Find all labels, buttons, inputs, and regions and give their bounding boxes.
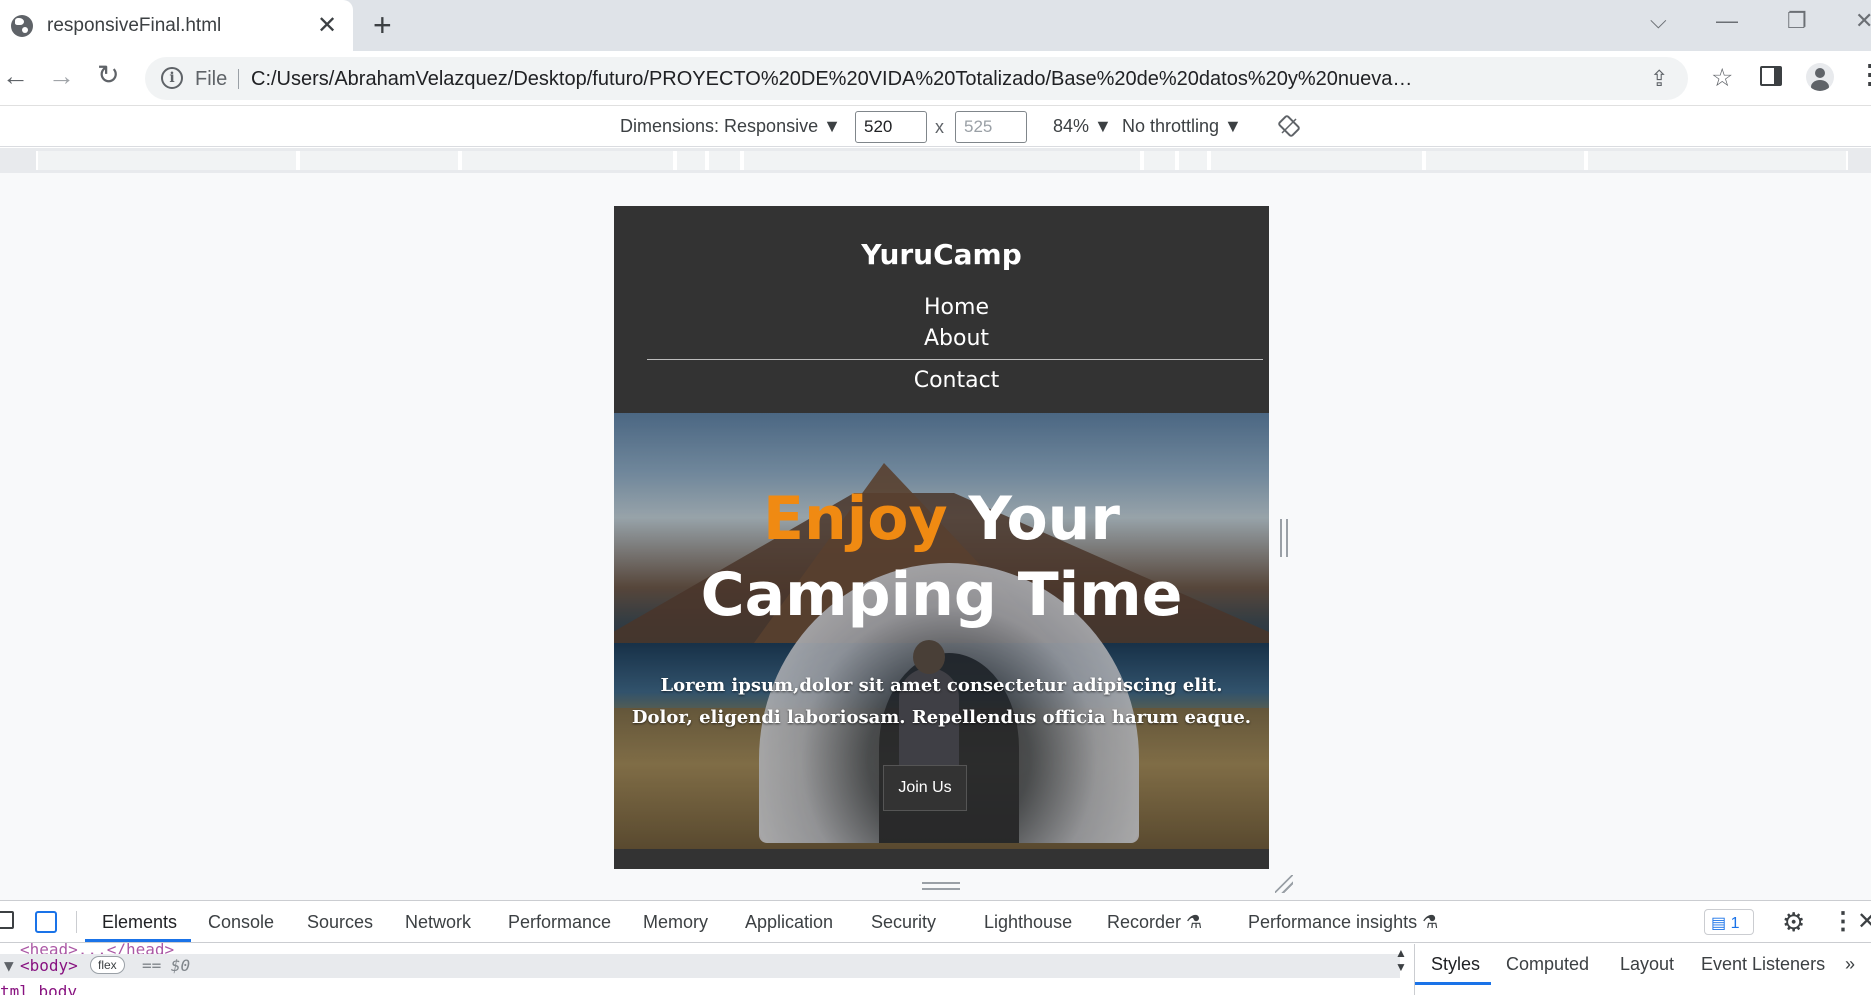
site-brand[interactable]: YuruCamp [614,238,1269,271]
join-us-button[interactable]: Join Us [883,765,967,811]
page-footer [614,849,1269,869]
styles-side-panel: Styles Computed Layout Event Listeners » [1414,944,1871,995]
breadcrumb[interactable]: tml body [0,982,77,995]
media-query-segment[interactable] [742,151,1142,170]
side-panel-icon[interactable] [1760,66,1782,86]
devtools-tab-bar: Elements Console Sources Network Perform… [0,901,1871,943]
file-label: File [195,68,228,90]
devtools-menu-icon[interactable]: ⋮ [1831,907,1855,936]
rendered-page: YuruCamp Home About Contact Enjoy Your C… [614,206,1269,869]
tab-security[interactable]: Security [871,912,936,933]
url-text[interactable]: C:/Users/AbrahamVelazquez/Desktop/futuro… [251,68,1421,91]
tab-layout[interactable]: Layout [1620,954,1674,975]
media-query-segment[interactable] [1586,151,1848,170]
device-toggle-icon[interactable] [35,911,57,933]
device-toolbar: Dimensions: Responsive ▼ 520 x 525 84% ▼… [0,107,1871,147]
tab-recorder[interactable]: Recorder ⚗ [1107,912,1202,933]
device-frame: YuruCamp Home About Contact Enjoy Your C… [614,206,1269,869]
close-window-icon[interactable]: ✕ [1855,8,1871,34]
close-tab-icon[interactable]: ✕ [317,11,337,40]
media-query-segment[interactable] [298,151,460,170]
browser-toolbar: ← → ↻ i File C:/Users/AbrahamVelazquez/D… [0,51,1871,106]
tab-event-listeners[interactable]: Event Listeners [1701,954,1825,975]
scroll-arrows-icon[interactable]: ▲ ▼ [1395,946,1407,974]
tab-console[interactable]: Console [208,912,274,933]
media-query-segment[interactable] [36,151,298,170]
hero-section: Enjoy Your Camping Time Lorem ipsum,dolo… [614,413,1269,849]
close-devtools-icon[interactable]: ✕ [1857,907,1871,936]
dom-node-selected[interactable]: ▼ <body> flex == $0 [0,954,1400,978]
tab-application[interactable]: Application [745,912,833,933]
media-query-segment[interactable] [460,151,675,170]
separator [238,69,239,89]
media-query-segment[interactable] [1209,151,1424,170]
dom-tag-body[interactable]: <body> [20,956,78,975]
settings-gear-icon[interactable]: ⚙ [1782,907,1805,938]
hero-description-line: Dolor, eligendi laboriosam. Repellendus … [631,707,1252,728]
browser-tab[interactable]: responsiveFinal.html ✕ [0,0,353,51]
tab-title: responsiveFinal.html [47,15,222,36]
info-icon[interactable]: i [161,67,183,89]
profile-avatar-icon[interactable] [1806,63,1834,91]
tab-elements[interactable]: Elements [102,912,177,933]
hero-description-line: Lorem ipsum,dolor sit amet consectetur a… [660,675,1223,696]
bookmark-star-icon[interactable]: ☆ [1711,63,1733,93]
inspect-element-icon[interactable] [0,911,14,929]
media-query-segment[interactable] [1424,151,1586,170]
resize-handle-bottom[interactable] [922,882,960,890]
dimension-separator: x [935,117,944,137]
nav-divider [647,359,1263,360]
back-icon[interactable]: ← [2,61,29,92]
restore-icon[interactable]: ❐ [1787,8,1807,34]
nav-link-contact[interactable]: Contact [614,368,1269,393]
media-query-segment[interactable] [1177,151,1209,170]
devtools-panel: Elements Console Sources Network Perform… [0,900,1871,995]
nav-link-about[interactable]: About [614,326,1269,351]
hero-title-accent: Enjoy [763,484,948,554]
address-bar[interactable]: i File C:/Users/AbrahamVelazquez/Desktop… [145,57,1733,100]
tab-search-icon[interactable]: ⌵ [1650,8,1667,34]
hero-title: Enjoy Your Camping Time [614,481,1269,633]
tab-performance[interactable]: Performance [508,912,611,933]
dom-selected-ref: == $0 [142,956,191,975]
tab-network[interactable]: Network [405,912,471,933]
issues-badge[interactable]: ▤ 1 [1704,909,1754,935]
issues-count: 1 [1730,915,1740,932]
rotate-icon[interactable] [1278,115,1300,137]
browser-menu-icon[interactable]: ⋮ [1857,59,1871,90]
tab-computed[interactable]: Computed [1506,954,1589,975]
dom-tree: <head>...</head> ▼ <body> flex == $0 tml… [0,940,1414,995]
tab-strip: responsiveFinal.html ✕ + ⌵ — ❐ ✕ [0,0,1871,51]
new-tab-button[interactable]: + [373,7,392,44]
dimensions-dropdown[interactable]: Dimensions: Responsive ▼ [620,116,841,137]
tab-lighthouse[interactable]: Lighthouse [984,912,1072,933]
hero-description: Lorem ipsum,dolor sit amet consectetur a… [614,670,1269,734]
media-query-bar[interactable] [0,148,1871,173]
media-query-segment[interactable] [707,151,742,170]
more-tabs-icon[interactable]: » [1845,954,1855,975]
minimize-icon[interactable]: — [1716,8,1738,34]
separator [76,911,77,933]
forward-icon[interactable]: → [48,61,75,92]
flex-badge[interactable]: flex [90,956,125,974]
media-query-segment[interactable] [1142,151,1177,170]
reload-icon[interactable]: ↻ [97,60,120,91]
tab-sources[interactable]: Sources [307,912,373,933]
globe-icon [11,15,33,37]
width-input[interactable]: 520 [855,111,927,143]
tab-styles[interactable]: Styles [1431,954,1480,975]
resize-handle-right[interactable] [1280,519,1288,557]
zoom-dropdown[interactable]: 84% ▼ [1053,116,1112,137]
tab-performance-insights[interactable]: Performance insights ⚗ [1248,912,1438,933]
resize-handle-corner[interactable] [1275,875,1293,893]
throttling-dropdown[interactable]: No throttling ▼ [1122,116,1242,137]
tab-memory[interactable]: Memory [643,912,708,933]
height-input[interactable]: 525 [955,111,1027,143]
expand-arrow-icon[interactable]: ▼ [4,956,14,975]
active-side-tab-indicator [1415,982,1491,985]
share-icon[interactable]: ⇪ [1650,66,1668,92]
media-query-segment[interactable] [675,151,707,170]
nav-link-home[interactable]: Home [614,295,1269,320]
